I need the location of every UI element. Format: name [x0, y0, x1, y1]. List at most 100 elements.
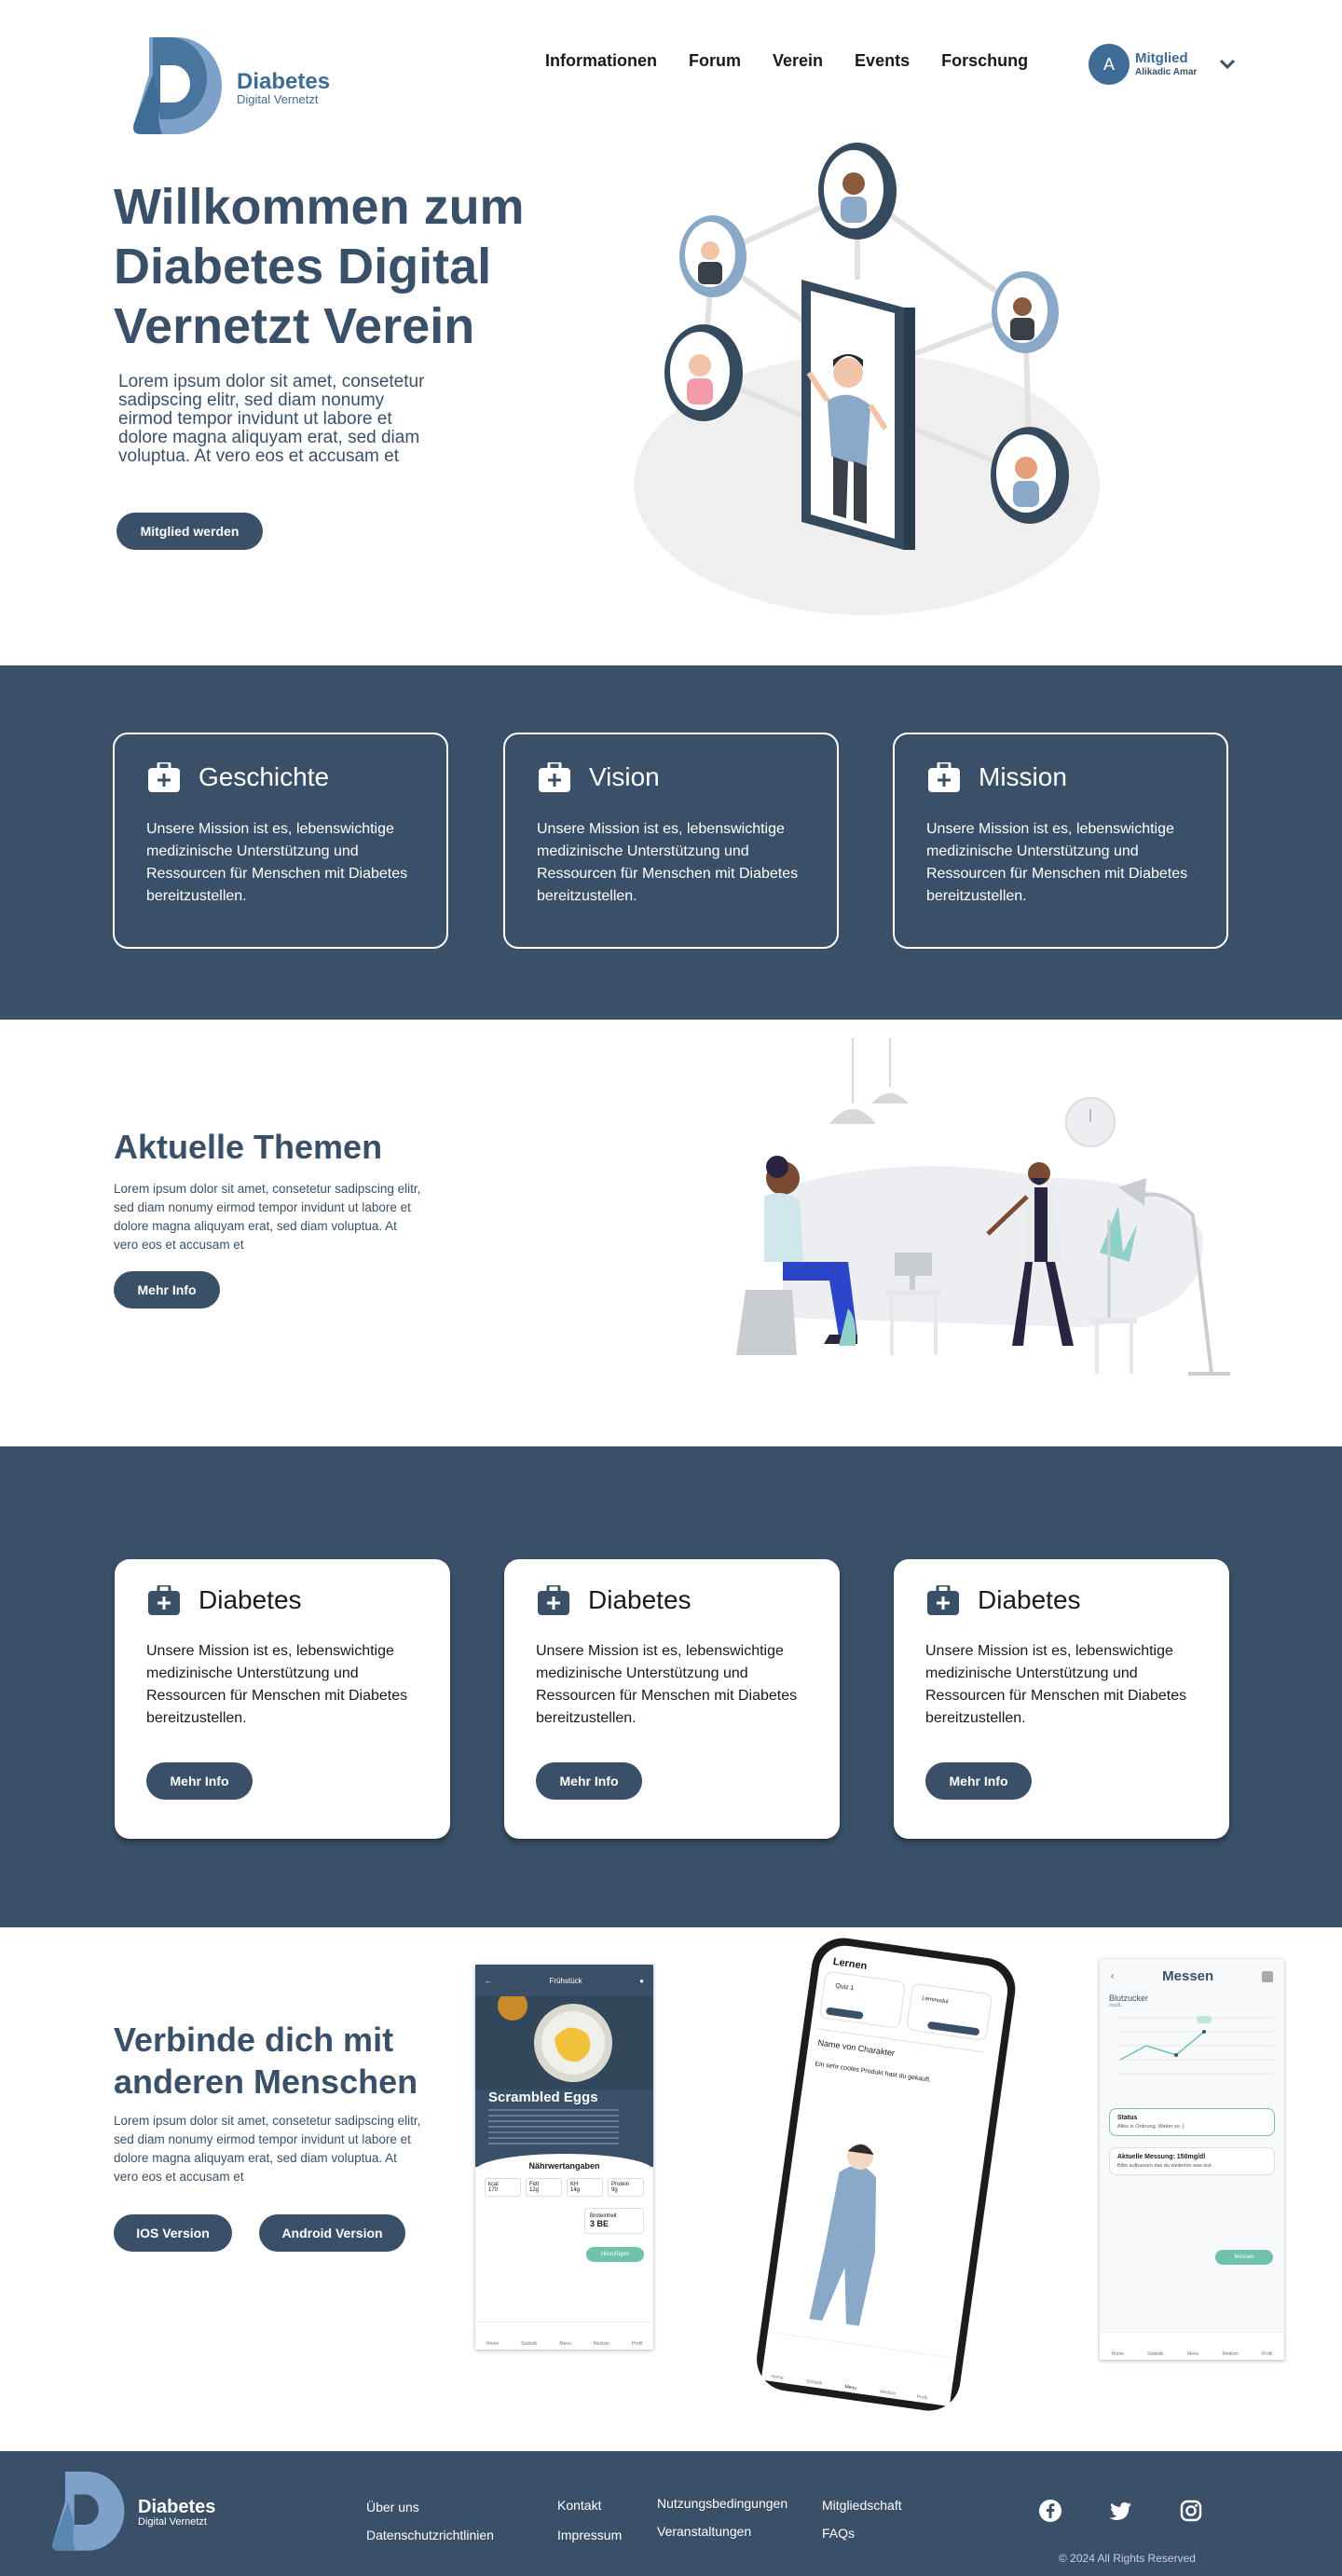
values-section: Geschichte Unsere Mission ist es, lebens… [0, 665, 1342, 1020]
connect-title: Verbinde dich mit anderen Menschen [114, 2021, 418, 2101]
topics-more-button[interactable]: Mehr Info [114, 1271, 220, 1309]
glucose-chart: Blutzucker mg/dL [1100, 1994, 1284, 2088]
footer-logo[interactable]: Diabetes Digital Vernetzt [48, 2472, 215, 2554]
medical-kit-icon [928, 762, 960, 792]
tab-home[interactable]: Home [1112, 2351, 1124, 2357]
card-text: Unsere Mission ist es, lebenswichtige me… [146, 821, 408, 904]
topics-section: Aktuelle Themen Lorem ipsum dolor sit am… [0, 1020, 1342, 1446]
bottom-tabbar: Home Statistik Menu Medizin Profil [475, 2322, 653, 2350]
footer-link-faq[interactable]: FAQs [822, 2526, 855, 2541]
nav-verein[interactable]: Verein [773, 51, 823, 71]
tab-profil[interactable]: Profil [1262, 2351, 1272, 2357]
bread-unit-box: Broteinheit 3 BE [584, 2208, 644, 2234]
logo-mark-icon [52, 2472, 125, 2551]
user-info: Mitglied Alikadic Amar [1135, 51, 1197, 77]
footer-logo-text: Diabetes Digital Vernetzt [138, 2496, 216, 2528]
footer-link-membership[interactable]: Mitgliedschaft [822, 2498, 902, 2513]
avatar[interactable]: A [1089, 44, 1130, 85]
network-illustration [634, 143, 1100, 615]
main-nav: Informationen Forum Verein Events Forsch… [545, 51, 1060, 71]
screen-header: ← Frühstück ● [475, 1965, 653, 1996]
card-title: Vision [589, 762, 660, 791]
card-title-row: Mission [928, 762, 1067, 792]
card-text: Unsere Mission ist es, lebenswichtige me… [925, 1643, 1187, 1726]
footer-link-terms[interactable]: Nutzungsbedingungen [657, 2496, 787, 2511]
site-footer: Diabetes Digital Vernetzt Über uns Daten… [0, 2451, 1342, 2576]
card-title: Mission [979, 762, 1067, 791]
doctor-visit-illustration [736, 1038, 1230, 1376]
phone-device [801, 280, 915, 550]
value-card-geschichte: Geschichte Unsere Mission ist es, lebens… [113, 733, 448, 949]
twitter-icon[interactable] [1108, 2501, 1132, 2522]
nutrition-value: 170 [488, 2187, 499, 2193]
logo-text: Diabetes Digital Vernetzt [237, 69, 330, 106]
back-arrow-icon[interactable]: ‹ [1111, 1971, 1114, 1981]
tab-medizin[interactable]: Medizin [1223, 2351, 1239, 2357]
medical-kit-icon [539, 762, 570, 792]
tab-home[interactable]: Home [486, 2341, 499, 2347]
topics-title: Aktuelle Themen [114, 1128, 383, 1166]
info-card: Diabetes Unsere Mission ist es, lebenswi… [115, 1559, 450, 1839]
tab-menu[interactable]: Menu [559, 2341, 571, 2347]
chevron-down-icon[interactable] [1219, 59, 1236, 70]
app-screen-measure: ‹ Messen Blutzucker mg/dL Status Alles i… [1100, 1959, 1284, 2360]
nav-informationen[interactable]: Informationen [545, 51, 657, 71]
dish-description-lines [488, 2109, 619, 2144]
avatar-ring-5 [991, 427, 1069, 524]
status-label: Status [1117, 2115, 1138, 2121]
measure-button[interactable]: Messen [1215, 2250, 1273, 2265]
hero-text: Lorem ipsum dolor sit amet, consetetur s… [118, 372, 425, 466]
user-name: Alikadic Amar [1135, 66, 1198, 77]
card-text: Unsere Mission ist es, lebenswichtige me… [536, 1643, 798, 1726]
footer-logo-line1: Diabetes [138, 2496, 216, 2517]
tab-profil[interactable]: Profil [632, 2341, 642, 2347]
card-more-button[interactable]: Mehr Info [536, 1762, 642, 1800]
profile-icon: ● [639, 1976, 644, 1985]
nav-forschung[interactable]: Forschung [941, 51, 1028, 71]
avatar-ring-4 [664, 324, 743, 421]
card-more-button[interactable]: Mehr Info [925, 1762, 1032, 1800]
screen-header-title: Frühstück [549, 1976, 582, 1985]
ios-version-button[interactable]: IOS Version [114, 2214, 232, 2252]
brand-logo[interactable]: Diabetes Digital Vernetzt [129, 37, 330, 138]
scrambled-eggs-image [475, 1991, 653, 2090]
card-title: Diabetes [978, 1585, 1081, 1614]
medical-kit-icon [148, 1585, 180, 1615]
tab-statistik[interactable]: Statistik [521, 2341, 538, 2347]
nutrition-value: 14g [570, 2187, 581, 2193]
tab-menu[interactable]: Menu [1187, 2351, 1199, 2357]
chart-label: Blutzucker [1109, 1994, 1149, 2003]
nutrition-grid: kcal 170 Fett 12g KH 14g Protein 9g [485, 2178, 644, 2197]
nutrition-item: KH 14g [567, 2178, 603, 2197]
tab-statistik[interactable]: Statistik [1147, 2351, 1164, 2357]
user-menu[interactable]: A Mitglied Alikadic Amar [1089, 44, 1236, 85]
medical-kit-icon [148, 762, 180, 792]
nav-events[interactable]: Events [855, 51, 910, 71]
facebook-icon[interactable] [1039, 2500, 1061, 2522]
footer-link-imprint[interactable]: Impressum [557, 2528, 622, 2542]
nutrition-item: kcal 170 [485, 2178, 521, 2197]
instagram-icon[interactable] [1180, 2500, 1202, 2522]
value-card-vision: Vision Unsere Mission ist es, lebenswich… [503, 733, 839, 949]
footer-link-events[interactable]: Veranstaltungen [657, 2524, 751, 2539]
nutrition-panel: Nährwertangaben kcal 170 Fett 12g KH 14g Pr… [475, 2154, 653, 2340]
info-card: Diabetes Unsere Mission ist es, lebenswi… [504, 1559, 840, 1839]
footer-link-about[interactable]: Über uns [366, 2500, 419, 2514]
nav-forum[interactable]: Forum [689, 51, 741, 71]
card-more-button[interactable]: Mehr Info [146, 1762, 253, 1800]
tab-medizin[interactable]: Medizin [594, 2341, 609, 2347]
logo-line2: Digital Vernetzt [237, 91, 319, 106]
medical-kit-icon [927, 1585, 959, 1615]
footer-link-privacy[interactable]: Datenschutzrichtlinien [366, 2528, 494, 2542]
footer-link-contact[interactable]: Kontakt [557, 2498, 601, 2513]
card-title-row: Geschichte [148, 762, 329, 792]
info-icon[interactable] [1262, 1970, 1273, 1982]
nutrition-item: Protein 9g [608, 2178, 644, 2197]
card-title: Diabetes [199, 1585, 302, 1614]
android-version-button[interactable]: Android Version [259, 2214, 405, 2252]
logo-mark-icon [133, 37, 222, 134]
add-button[interactable]: Hinzufügen [586, 2247, 644, 2262]
join-button[interactable]: Mitglied werden [116, 513, 263, 550]
dish-title: Scrambled Eggs [488, 2090, 598, 2105]
card-title-row: Diabetes [927, 1585, 1081, 1615]
